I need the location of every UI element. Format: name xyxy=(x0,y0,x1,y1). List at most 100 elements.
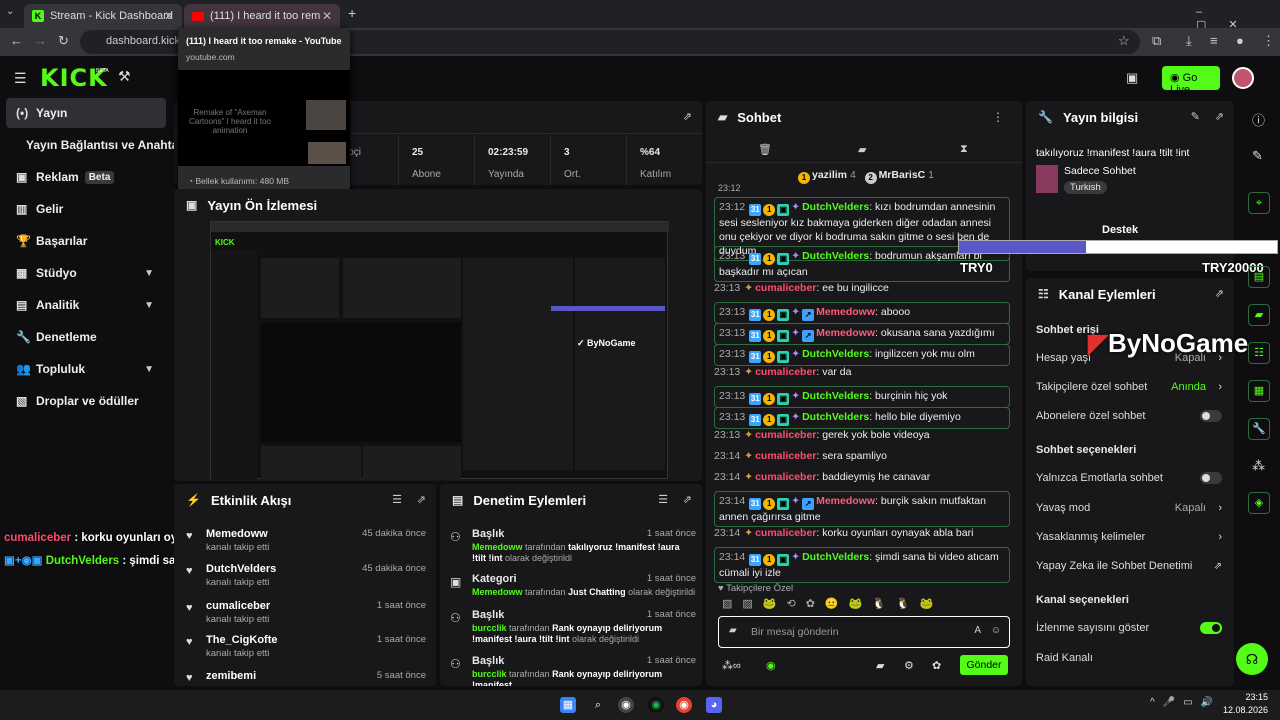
hamburger-menu-icon[interactable]: ☰ xyxy=(14,70,27,87)
download-icon[interactable]: ⤓ xyxy=(1186,33,1192,49)
reload-icon[interactable]: ↻ xyxy=(58,33,69,49)
rail-clipboard-icon[interactable]: ▤ xyxy=(1248,266,1270,288)
heart-icon: ♥ xyxy=(186,602,193,614)
chat-username[interactable]: DutchVelders xyxy=(802,250,869,262)
chat-username[interactable]: cumaliceber xyxy=(755,366,816,378)
sidebar-item-gelir[interactable]: ▥ Gelir xyxy=(6,194,166,224)
hourglass-icon[interactable]: ⧗ xyxy=(960,143,968,156)
sidebar-item-studyo[interactable]: ▦ Stüdyo ▼ xyxy=(6,258,166,288)
close-icon[interactable]: ✕ xyxy=(164,9,174,23)
chat-username[interactable]: DutchVelders xyxy=(802,390,869,402)
spotify-icon[interactable]: ◉ xyxy=(648,697,664,713)
gift-icon[interactable]: ✿ xyxy=(932,659,941,672)
search-icon[interactable]: ⌕ xyxy=(590,697,606,713)
sidebar-item-reklam[interactable]: ▣ Reklam Beta xyxy=(6,162,166,192)
chat-username[interactable]: cumaliceber xyxy=(755,282,816,294)
tab-search-icon[interactable]: ⌄ xyxy=(6,6,14,17)
rail-list-icon[interactable]: ☷ xyxy=(1248,342,1270,364)
sidebar-item-droplar[interactable]: ▧ Droplar ve ödüller xyxy=(6,386,166,416)
overlay-username: DutchVelders xyxy=(45,555,120,567)
popout-icon[interactable]: ⇗ xyxy=(683,493,692,506)
app-icon[interactable]: ◉ xyxy=(618,697,634,713)
chat-username[interactable]: cumaliceber xyxy=(755,471,816,483)
support-headset-icon[interactable]: ☊ xyxy=(1236,643,1268,675)
discord-icon[interactable]: ◕ xyxy=(706,697,722,713)
menu-icon[interactable]: ⋮ xyxy=(1262,33,1275,49)
windows-start-icon[interactable]: ▦ xyxy=(560,697,576,713)
forward-icon[interactable]: → xyxy=(34,33,47,48)
setting-row[interactable]: Yavaş mod Kapalı › xyxy=(1036,498,1222,518)
info-icon[interactable]: ⓘ xyxy=(1252,110,1265,129)
sidebar-item-analitik[interactable]: ▤ Analitik ▼ xyxy=(6,290,166,320)
avatar[interactable] xyxy=(1232,67,1254,89)
studio-icon[interactable]: ▣ xyxy=(1126,70,1138,86)
tools-icon[interactable]: ⚒ xyxy=(118,68,131,85)
chat-username[interactable]: cumaliceber xyxy=(755,450,816,462)
filter-icon[interactable]: ☰ xyxy=(392,493,402,506)
sidebar-item-yayin[interactable]: (•) Yayın xyxy=(6,98,166,128)
moderator-badge-icon: ▣ xyxy=(777,393,790,405)
rail-gift-icon[interactable]: ◈ xyxy=(1248,492,1270,514)
rail-focus-icon[interactable]: ⌖ xyxy=(1248,192,1270,214)
bookmark-star-icon[interactable]: ☆ xyxy=(1118,33,1130,49)
filter-icon[interactable]: ☰ xyxy=(658,493,668,506)
chat-username[interactable]: DutchVelders xyxy=(802,348,869,360)
community-icon[interactable]: ⁂ xyxy=(1252,458,1265,474)
chat-bubble-icon[interactable]: ▰ xyxy=(876,659,884,672)
subscriber-only-toggle[interactable] xyxy=(1200,410,1222,422)
kick-coin-icon[interactable]: ◉ xyxy=(766,659,776,672)
setting-row[interactable]: Raid Kanalı xyxy=(1036,648,1222,668)
setting-row[interactable]: Yapay Zeka ile Sohbet Denetimi ⇗ xyxy=(1036,556,1222,576)
chat-username[interactable]: DutchVelders xyxy=(802,201,869,213)
emote-strip[interactable]: ▨▨🐸⟲✿😐🐸🐧🐧🐸 xyxy=(722,597,1002,613)
chat-text: sera spamliyo xyxy=(822,450,888,462)
go-live-button[interactable]: ◉ Go Live xyxy=(1162,66,1220,96)
sidebar-item-denetleme[interactable]: 🔧 Denetleme xyxy=(6,322,166,352)
tab-youtube[interactable]: (111) I heard it too remake - YouTube ✕ xyxy=(184,4,340,28)
chat-username[interactable]: DutchVelders xyxy=(802,411,869,423)
chat-username[interactable]: DutchVelders xyxy=(802,551,869,563)
emoji-icon[interactable]: ☺ xyxy=(991,625,1001,636)
more-options-icon[interactable]: ⋮ xyxy=(992,110,1004,124)
popout-icon[interactable]: ⇗ xyxy=(683,110,692,123)
sidebar-item-label: Gelir xyxy=(36,202,64,216)
emote-only-toggle[interactable] xyxy=(1200,472,1222,484)
preview-video[interactable]: KICK ✓ ByNoGame xyxy=(210,221,669,480)
chat-input[interactable]: ▰ Bir mesaj gönderin A ☺ xyxy=(718,616,1010,648)
viewer-count-toggle[interactable] xyxy=(1200,622,1222,634)
rail-tools-icon[interactable]: ▦ xyxy=(1248,380,1270,402)
pencil-icon[interactable]: ✎ xyxy=(1252,148,1263,164)
rail-wrench-icon[interactable]: 🔧 xyxy=(1248,418,1270,440)
extensions-icon[interactable]: ⧉ xyxy=(1152,33,1161,49)
translate-icon[interactable]: A xyxy=(974,625,981,636)
send-button[interactable]: Gönder xyxy=(960,655,1008,675)
community-icon[interactable]: ⁂∞ xyxy=(722,659,741,672)
media-icon[interactable]: ≡ xyxy=(1210,33,1218,48)
sidebar-item-basarilar[interactable]: 🏆 Başarılar xyxy=(6,226,166,256)
edit-icon[interactable]: ✎ xyxy=(1191,110,1200,123)
popout-icon[interactable]: ⇗ xyxy=(1215,287,1224,300)
profile-icon[interactable]: ● xyxy=(1236,33,1244,48)
setting-row[interactable]: Yasaklanmış kelimeler › xyxy=(1036,527,1222,547)
popout-icon[interactable]: ⇗ xyxy=(1215,110,1224,123)
chat-username[interactable]: Memedoww xyxy=(816,306,875,318)
popout-icon[interactable]: ⇗ xyxy=(417,493,426,506)
close-icon[interactable]: ✕ xyxy=(322,9,332,23)
gear-icon[interactable]: ⚙ xyxy=(904,659,914,672)
chat-username[interactable]: Memedoww xyxy=(816,495,875,507)
rail-chat-icon[interactable]: ▰ xyxy=(1248,304,1270,326)
sidebar-item-topluluk[interactable]: 👥 Topluluk ▼ xyxy=(6,354,166,384)
mod-user: burcclik xyxy=(472,669,507,679)
trash-icon[interactable]: 🗑 xyxy=(758,143,772,156)
chrome-icon[interactable]: ◉ xyxy=(676,697,692,713)
sidebar-item-stream-key[interactable]: Yayın Bağlantısı ve Anahtarı xyxy=(6,130,186,160)
chat-username[interactable]: cumaliceber xyxy=(755,527,816,539)
chat-username[interactable]: cumaliceber xyxy=(755,429,816,441)
tab-kick-dashboard[interactable]: K Stream - Kick Dashboard ✕ xyxy=(24,4,182,28)
chat-bubble-icon[interactable]: ▰ xyxy=(858,143,866,156)
chat-username[interactable]: Memedoww xyxy=(816,327,875,339)
system-tray[interactable]: ^🎤▭🔊 xyxy=(1150,697,1221,708)
new-tab-button[interactable]: + xyxy=(348,5,356,21)
setting-row[interactable]: Takipçilere özel sohbet Anında › xyxy=(1036,377,1222,397)
back-icon[interactable]: ← xyxy=(10,33,23,48)
